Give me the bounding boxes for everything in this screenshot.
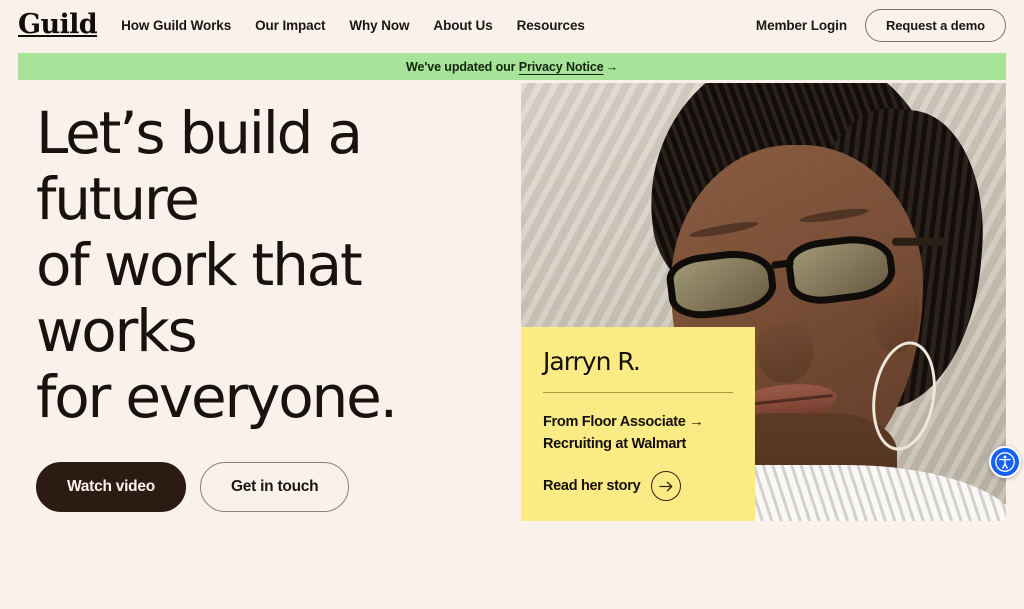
nav-item-our-impact[interactable]: Our Impact (255, 18, 325, 33)
accessibility-person-icon (995, 452, 1015, 472)
read-her-story-link[interactable]: Read her story (543, 471, 733, 501)
site-header: Guild How Guild Works Our Impact Why Now… (0, 0, 1024, 51)
story-cta-label: Read her story (543, 478, 641, 494)
story-card[interactable]: Jarryn R. From Floor Associate → Recruit… (521, 327, 755, 521)
photo-lens-right (783, 231, 899, 308)
nav-item-resources[interactable]: Resources (517, 18, 585, 33)
announcement-text: We've updated our Privacy Notice → (406, 60, 618, 74)
guild-logo[interactable]: Guild (18, 11, 98, 40)
header-actions: Member Login Request a demo (756, 9, 1006, 42)
story-card-divider (543, 392, 733, 393)
main-navigation: How Guild Works Our Impact Why Now About… (121, 18, 585, 33)
hero-copy: Let’s build a future of work that works … (36, 100, 506, 512)
watch-video-button[interactable]: Watch video (36, 462, 186, 512)
nav-item-why-now[interactable]: Why Now (349, 18, 409, 33)
story-card-name: Jarryn R. (543, 347, 641, 376)
privacy-notice-banner[interactable]: We've updated our Privacy Notice → (18, 53, 1006, 80)
request-a-demo-button[interactable]: Request a demo (864, 9, 1006, 42)
member-login-link[interactable]: Member Login (756, 18, 847, 33)
accessibility-widget-button[interactable] (989, 446, 1021, 478)
nav-item-how-guild-works[interactable]: How Guild Works (121, 18, 231, 33)
hero-cta-group: Watch video Get in touch (36, 462, 506, 512)
hero-section: Let’s build a future of work that works … (0, 80, 1024, 609)
photo-nose (757, 321, 813, 383)
photo-lens-left (664, 245, 780, 323)
story-card-role: From Floor Associate → Recruiting at Wal… (543, 414, 704, 452)
announcement-prefix: We've updated our (406, 59, 519, 74)
privacy-notice-link[interactable]: Privacy Notice (519, 60, 604, 74)
announcement-arrow-icon: → (605, 59, 619, 74)
photo-glasses-temple (891, 237, 946, 246)
get-in-touch-button[interactable]: Get in touch (199, 462, 350, 512)
arrow-right-icon (651, 471, 682, 501)
nav-item-about-us[interactable]: About Us (433, 18, 492, 33)
hero-headline: Let’s build a future of work that works … (36, 99, 398, 431)
